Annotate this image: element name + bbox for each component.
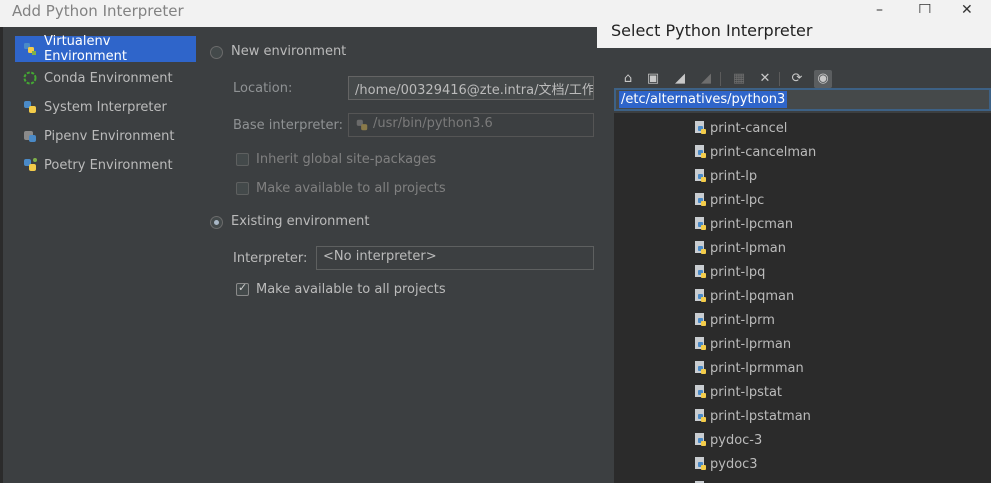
sidebar-item-label: System Interpreter [44,99,167,115]
file-name: print-lp [710,168,758,184]
new-environment-label: New environment [231,44,347,59]
new-file-icon[interactable]: ▦ [730,70,748,88]
show-hidden-icon[interactable]: ◉ [814,70,832,88]
python-file-icon [695,313,706,326]
python-file-icon [695,193,706,206]
delete-icon[interactable]: ✕ [756,70,774,88]
new-env-make-available-label: Make available to all projects [256,181,446,196]
tree-row[interactable]: print-lprman [694,332,791,356]
python-icon [24,101,36,113]
sidebar-item-poetry[interactable]: Poetry Environment [15,152,196,178]
tree-row[interactable]: print-lpqman [694,284,794,308]
tree-row[interactable]: print-lprm [694,308,775,332]
python-file-icon [695,457,706,470]
tree-row-partial[interactable] [694,476,710,483]
file-name: pydoc3 [710,456,758,472]
toolbar-separator [779,72,780,86]
new-folder-icon[interactable]: ◢ [671,70,689,88]
location-field[interactable]: /home/00329416@zte.intra/文档/工作/ai [348,76,594,100]
interpreter-label: Interpreter: [233,251,308,266]
sidebar-item-label: Pipenv Environment [44,128,175,144]
sidebar-item-pipenv[interactable]: Pipenv Environment [15,123,196,149]
existing-env-make-available-label: Make available to all projects [256,282,446,297]
desktop-icon[interactable]: ▣ [644,70,662,88]
path-input[interactable]: /etc/alternatives/python3 [614,88,991,111]
new-env-make-available-checkbox[interactable] [236,182,249,195]
python-file-icon [695,169,706,182]
file-name: print-lpstat [710,384,783,400]
python-file-icon [695,409,706,422]
main-dialog-title: Add Python Interpreter [12,2,184,20]
file-name: print-lprmman [710,360,804,376]
file-name: print-cancel [710,120,788,136]
select-interpreter-dialog: Select Python Interpreter ⌂ ▣ ◢ ◢ ▦ ✕ ⟳ … [597,13,991,483]
base-interpreter-field[interactable]: /usr/bin/python3.6 [348,113,594,137]
existing-environment-label: Existing environment [231,214,370,229]
path-input-text: /etc/alternatives/python3 [619,91,788,108]
tree-row[interactable]: print-lpman [694,236,786,260]
python-file-icon [695,217,706,230]
select-dialog-title: Select Python Interpreter [611,21,813,40]
folder-icon[interactable]: ◢ [697,70,715,88]
conda-icon [23,71,37,85]
python-icon [356,119,368,131]
main-dialog-body: Virtualenv Environment Conda Environment… [3,27,594,483]
toolbar-separator [720,72,721,86]
home-icon[interactable]: ⌂ [619,70,637,88]
tree-row[interactable]: pydoc-3 [694,428,762,452]
sidebar-item-label: Virtualenv Environment [44,34,128,64]
inherit-packages-label: Inherit global site-packages [256,152,437,167]
tree-row[interactable]: print-lpcman [694,212,793,236]
inherit-packages-checkbox[interactable] [236,153,249,166]
tree-row[interactable]: print-lpq [694,260,765,284]
sidebar-item-virtualenv[interactable]: Virtualenv Environment [15,34,196,64]
base-interpreter-value: /usr/bin/python3.6 [373,116,493,131]
virtualenv-icon [24,43,36,55]
python-file-icon [695,241,706,254]
tree-row[interactable]: print-lprmman [694,356,804,380]
python-file-icon [695,385,706,398]
refresh-icon[interactable]: ⟳ [788,70,806,88]
python-file-icon [695,121,706,134]
file-name: print-lprm [710,312,775,328]
file-name: print-lpman [710,240,786,256]
file-name: print-lpstatman [710,408,811,424]
sidebar-item-label: Poetry Environment [44,157,173,173]
file-name: print-lpq [710,264,766,280]
file-name: print-lprman [710,336,792,352]
python-file-icon [695,145,706,158]
tree-row[interactable]: print-lpstat [694,380,782,404]
existing-environment-radio[interactable] [210,216,223,229]
tree-row[interactable]: print-cancelman [694,140,816,164]
tree-row[interactable]: print-cancel [694,116,787,140]
select-dialog-header-gap [597,48,991,59]
sidebar-item-conda[interactable]: Conda Environment [15,65,196,91]
file-name: pydoc-3 [710,432,763,448]
sidebar-item-label: Conda Environment [44,70,173,86]
new-environment-radio[interactable] [210,46,223,59]
existing-env-make-available-checkbox[interactable] [236,281,249,296]
tree-row[interactable]: print-lp [694,164,757,188]
python-file-icon [695,361,706,374]
file-name: print-lpc [710,192,765,208]
file-name: print-lpcman [710,216,794,232]
tree-row[interactable]: pydoc3 [694,452,758,476]
python-file-icon [695,265,706,278]
file-name: print-cancelman [710,144,817,160]
tree-row[interactable]: print-lpc [694,188,764,212]
python-file-icon [695,337,706,350]
base-interpreter-label: Base interpreter: [233,118,343,133]
poetry-icon [24,158,37,171]
tree-row[interactable]: print-lpstatman [694,404,811,428]
file-name: print-lpqman [710,288,795,304]
interpreter-select[interactable]: <No interpreter> [316,246,594,270]
select-dialog-titlebar: Select Python Interpreter [597,13,991,48]
file-tree[interactable]: print-cancel print-cancelman print-lp pr… [614,113,991,483]
python-file-icon [695,433,706,446]
python-file-icon [695,289,706,302]
location-label: Location: [233,81,293,96]
pipenv-icon [24,131,36,142]
sidebar-item-system-interpreter[interactable]: System Interpreter [15,94,196,120]
